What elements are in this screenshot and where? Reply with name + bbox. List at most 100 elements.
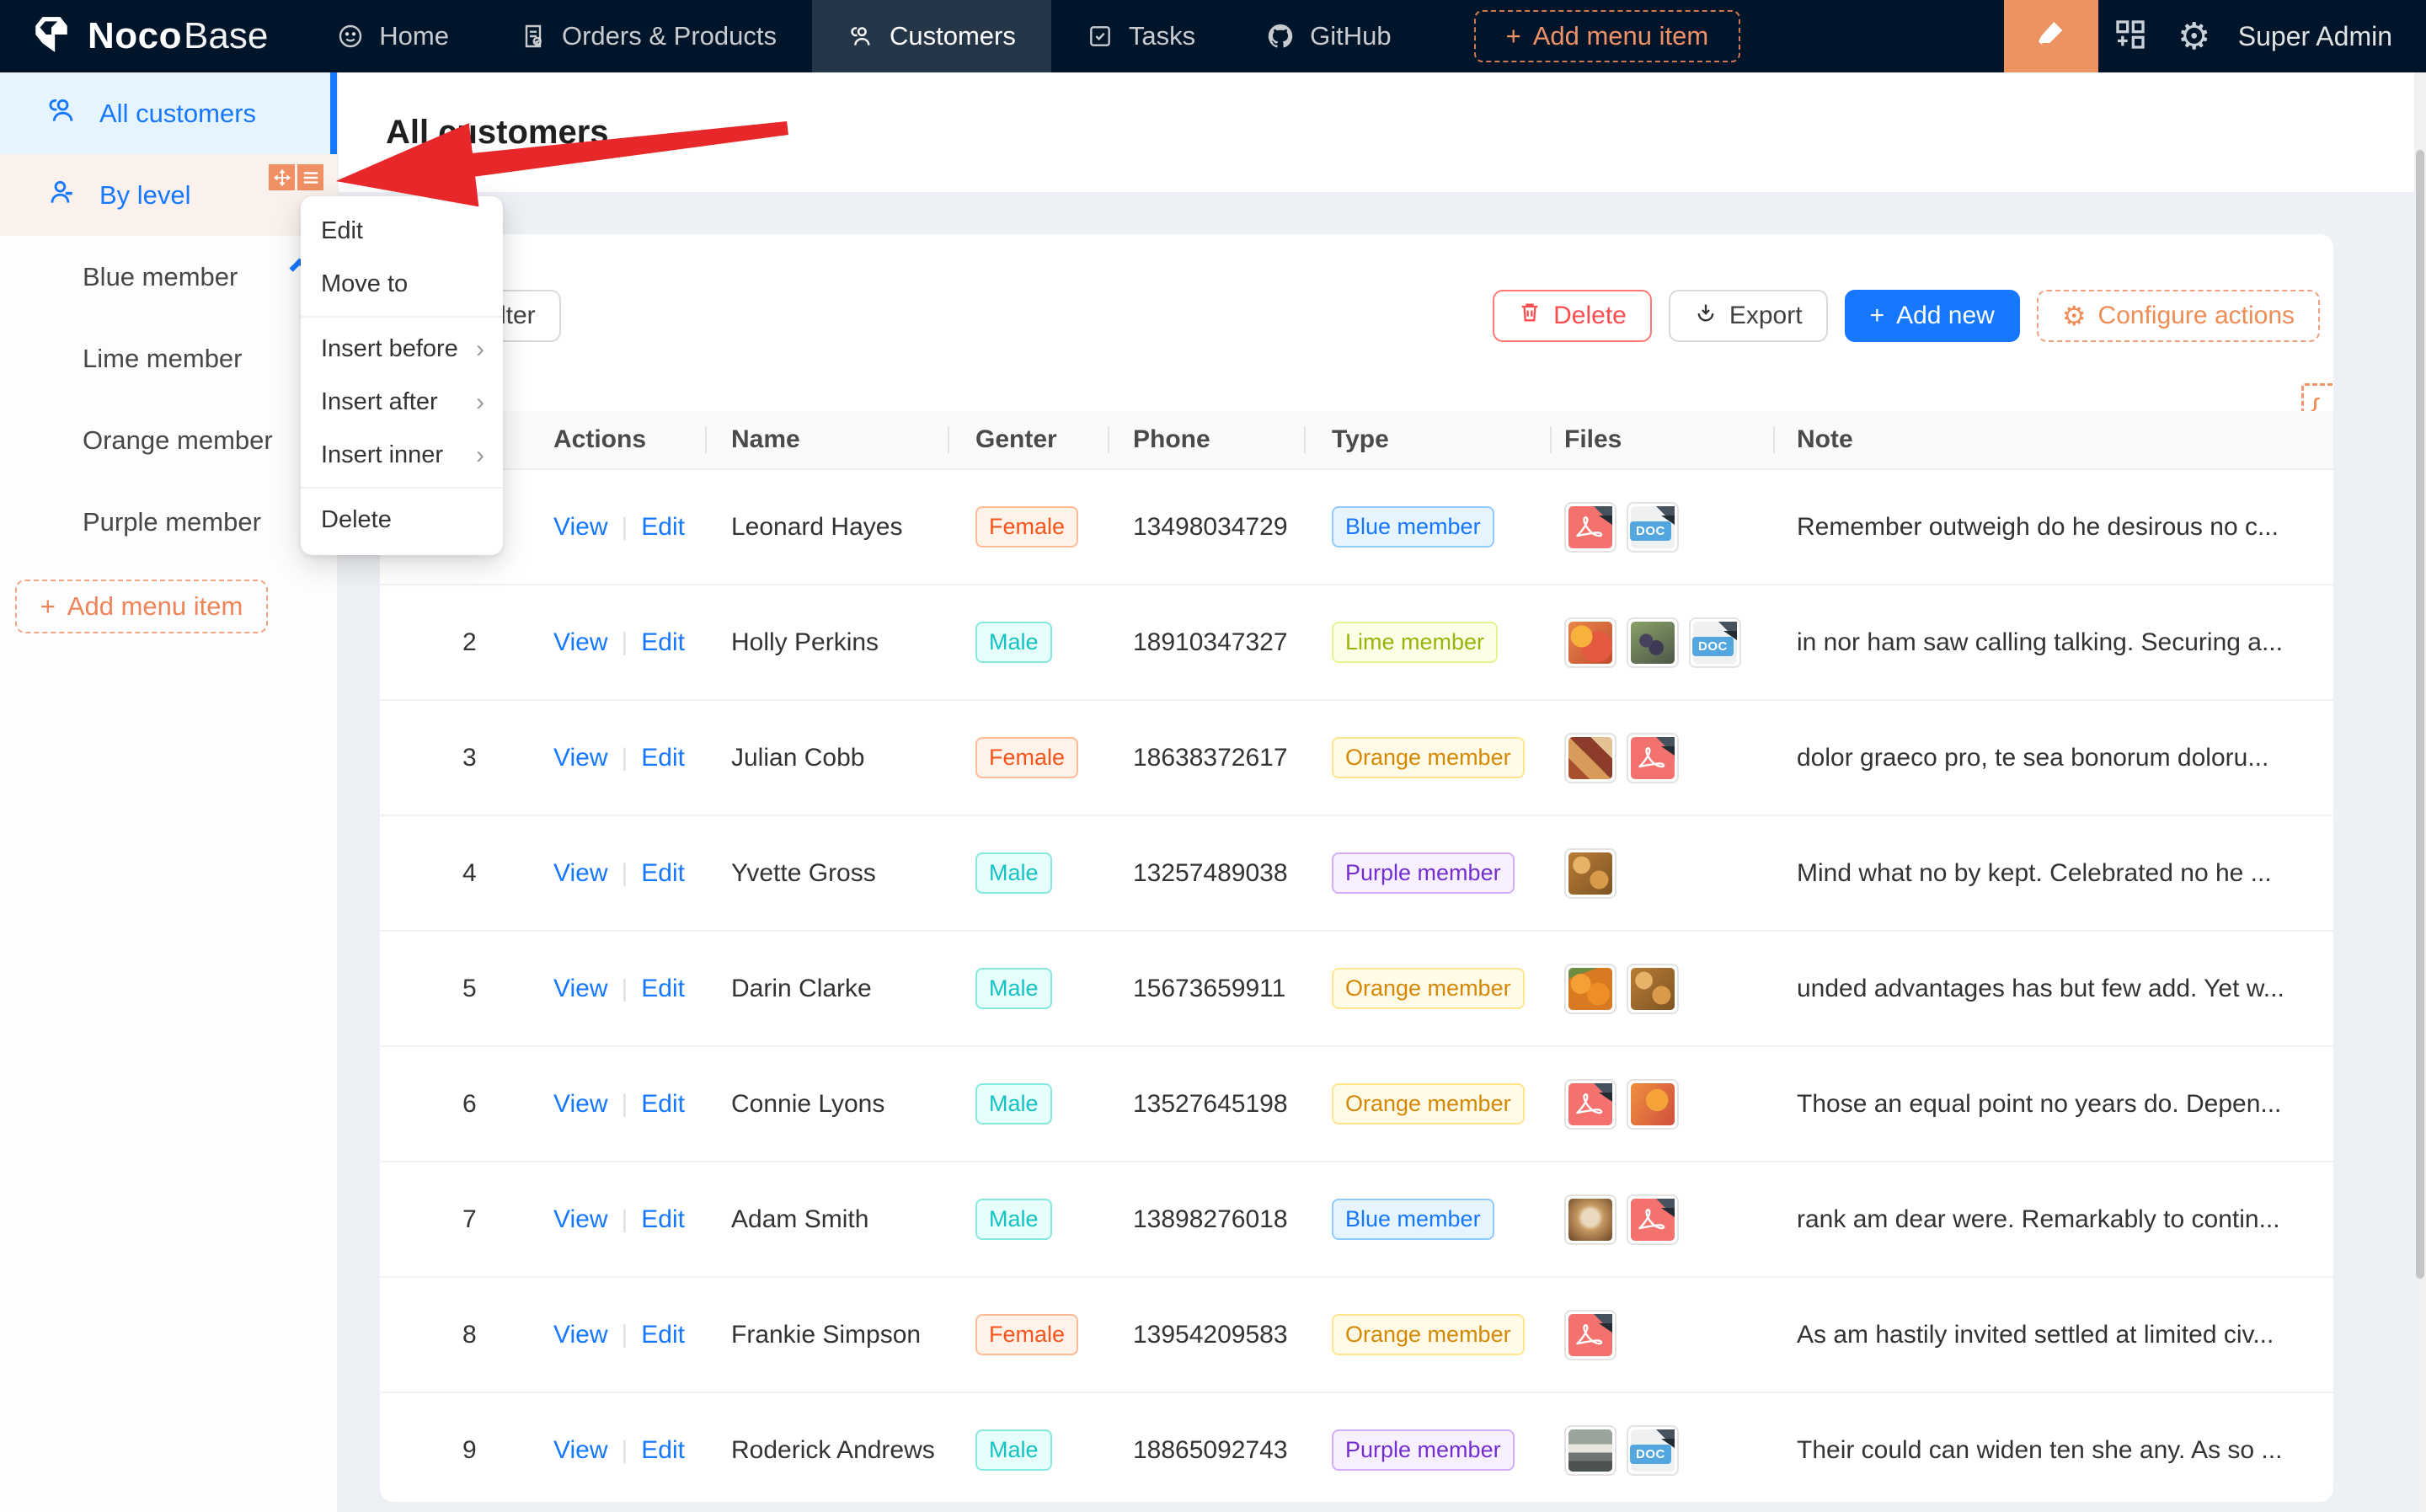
column-header-note[interactable]: Note <box>1773 425 2333 454</box>
view-link[interactable]: View <box>553 513 607 542</box>
navbar-item-tasks[interactable]: Tasks <box>1051 0 1231 72</box>
pdf-file-icon[interactable] <box>1627 1194 1679 1245</box>
settings-button[interactable]: ⚙ <box>2162 0 2226 72</box>
attachment-image <box>1568 737 1612 779</box>
context-menu-item-insert-inner[interactable]: Insert inner› <box>301 429 503 482</box>
table-body: 1View|EditLeonard HayesFemale13498034729… <box>380 470 2333 1502</box>
sidebar-item-all-customers[interactable]: All customers <box>0 72 337 154</box>
row-index: 9 <box>380 1436 523 1465</box>
column-header-actions: Actions <box>523 425 705 454</box>
image-attachment-thumbnail[interactable] <box>1564 964 1616 1014</box>
view-link[interactable]: View <box>553 628 607 657</box>
image-attachment-thumbnail[interactable] <box>1564 1425 1616 1476</box>
sidebar-item-orange-member[interactable]: Orange member <box>0 399 337 481</box>
files-cell <box>1550 1310 1773 1360</box>
edit-link[interactable]: Edit <box>641 975 685 1003</box>
edit-link[interactable]: Edit <box>641 1090 685 1119</box>
column-header-type[interactable]: Type <box>1304 425 1550 454</box>
gender-cell: Male <box>948 622 1108 663</box>
edit-link[interactable]: Edit <box>641 513 685 542</box>
image-attachment-thumbnail[interactable] <box>1564 617 1616 668</box>
trash-icon <box>1518 301 1542 331</box>
context-menu-item-delete[interactable]: Delete <box>301 494 503 547</box>
row-actions: View|Edit <box>523 975 705 1003</box>
view-link[interactable]: View <box>553 1436 607 1465</box>
customer-name: Darin Clarke <box>705 975 948 1003</box>
delete-button[interactable]: Delete <box>1493 290 1652 342</box>
edit-link[interactable]: Edit <box>641 628 685 657</box>
tasks-icon <box>1087 23 1114 50</box>
view-link[interactable]: View <box>553 975 607 1003</box>
type-cell: Blue member <box>1304 506 1550 548</box>
row-actions: View|Edit <box>523 513 705 542</box>
image-attachment-thumbnail[interactable] <box>1627 1079 1679 1130</box>
doc-file-icon[interactable]: DOC <box>1627 502 1679 553</box>
add-new-button[interactable]: + Add new <box>1845 290 2020 342</box>
sidebar-item-blue-member[interactable]: Blue member <box>0 236 337 318</box>
doc-file-icon[interactable]: DOC <box>1689 617 1741 668</box>
view-link[interactable]: View <box>553 1205 607 1234</box>
sidebar-item-by-level[interactable]: By level <box>0 154 337 236</box>
column-header-files[interactable]: Files <box>1550 425 1773 454</box>
image-attachment-thumbnail[interactable] <box>1627 617 1679 668</box>
scrollbar-track[interactable] <box>2414 72 2426 1512</box>
nocobase-logo[interactable]: NocoBase <box>0 13 302 60</box>
edit-link[interactable]: Edit <box>641 744 685 772</box>
row-actions: View|Edit <box>523 859 705 888</box>
member-type-badge: Orange member <box>1332 1314 1525 1355</box>
plus-icon: + <box>40 591 56 622</box>
sidebar-item-lime-member[interactable]: Lime member <box>0 318 337 399</box>
type-cell: Blue member <box>1304 1199 1550 1240</box>
pdf-file-icon[interactable] <box>1564 1310 1616 1360</box>
navbar-item-github[interactable]: GitHub <box>1231 0 1426 72</box>
user-menu[interactable]: Super Admin <box>2226 21 2426 52</box>
edit-link[interactable]: Edit <box>641 1205 685 1234</box>
navbar-item-orders-products[interactable]: Orders & Products <box>484 0 812 72</box>
customer-name: Leonard Hayes <box>705 513 948 542</box>
view-link[interactable]: View <box>553 744 607 772</box>
doc-file-icon[interactable]: DOC <box>1627 1425 1679 1476</box>
gender-cell: Male <box>948 1429 1108 1471</box>
navbar-item-home[interactable]: Home <box>302 0 484 72</box>
sidebar-add-menu-item-button[interactable]: + Add menu item <box>15 580 268 633</box>
grid-plus-icon <box>2113 18 2147 56</box>
navbar-add-menu-item-button[interactable]: + Add menu item <box>1474 10 1741 62</box>
image-attachment-thumbnail[interactable] <box>1564 733 1616 783</box>
navbar-item-customers[interactable]: Customers <box>812 0 1051 72</box>
context-menu-item-edit[interactable]: Edit <box>301 205 503 258</box>
edit-link[interactable]: Edit <box>641 1321 685 1349</box>
column-header-name[interactable]: Name <box>705 425 948 454</box>
view-link[interactable]: View <box>553 1321 607 1349</box>
pdf-file-icon[interactable] <box>1627 733 1679 783</box>
export-button[interactable]: Export <box>1669 290 1828 342</box>
menu-designer-icon[interactable] <box>297 164 323 190</box>
drag-handle-icon[interactable] <box>269 164 295 190</box>
pdf-file-icon[interactable] <box>1564 1079 1616 1130</box>
edit-link[interactable]: Edit <box>641 1436 685 1465</box>
scrollbar-thumb[interactable] <box>2416 150 2424 1279</box>
row-actions: View|Edit <box>523 744 705 772</box>
pdf-file-icon[interactable] <box>1564 502 1616 553</box>
plugin-manager-button[interactable] <box>2098 0 2162 72</box>
row-index: 2 <box>380 628 523 657</box>
customers-icon <box>847 23 874 50</box>
image-attachment-thumbnail[interactable] <box>1564 848 1616 899</box>
highlighter-icon <box>2034 18 2068 56</box>
context-menu-item-insert-after[interactable]: Insert after› <box>301 376 503 429</box>
view-link[interactable]: View <box>553 859 607 888</box>
ui-editor-button[interactable] <box>2004 0 2098 72</box>
view-link[interactable]: View <box>553 1090 607 1119</box>
context-menu-item-insert-before[interactable]: Insert before› <box>301 323 503 376</box>
image-attachment-thumbnail[interactable] <box>1627 964 1679 1014</box>
sidebar-item-purple-member[interactable]: Purple member <box>0 481 337 563</box>
context-menu-item-move-to[interactable]: Move to <box>301 258 503 311</box>
edit-link[interactable]: Edit <box>641 859 685 888</box>
configure-actions-button[interactable]: ⚙ Configure actions <box>2037 290 2320 342</box>
image-attachment-thumbnail[interactable] <box>1564 1194 1616 1245</box>
attachment-image <box>1568 968 1612 1010</box>
column-header-phone[interactable]: Phone <box>1108 425 1304 454</box>
column-header-genter[interactable]: Genter <box>948 425 1108 454</box>
row-index: 6 <box>380 1090 523 1119</box>
link-separator: | <box>621 1436 628 1465</box>
files-cell <box>1550 964 1773 1014</box>
